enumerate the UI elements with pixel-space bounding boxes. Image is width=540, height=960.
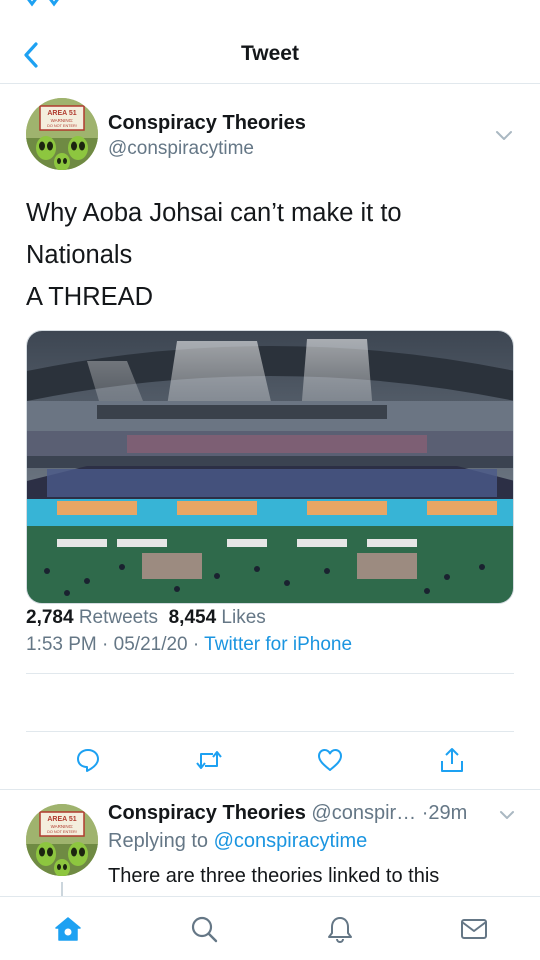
reply-age: 29m [428, 802, 468, 824]
reply-author-handle[interactable]: @conspir… [311, 802, 416, 824]
tab-search[interactable] [184, 909, 224, 949]
page-title: Tweet [241, 42, 299, 65]
arena-illustration [27, 331, 513, 603]
replying-to-handle[interactable]: @conspiracytime [214, 830, 368, 852]
likes-label: Likes [221, 607, 266, 628]
chevron-down-icon [500, 811, 514, 819]
avatar-sign-text: AREA 51 [47, 816, 76, 823]
retweet-button[interactable] [187, 738, 231, 782]
divider [26, 673, 514, 674]
like-icon [318, 749, 342, 771]
tweet-text-line: A THREAD [26, 283, 154, 311]
retweets-label: Retweets [78, 607, 159, 628]
signal-chevrons-icon [27, 0, 59, 7]
author-handle[interactable]: @conspiracytime [108, 138, 254, 160]
like-button[interactable] [308, 738, 352, 782]
tweet-actions [0, 738, 540, 784]
messages-icon [461, 919, 487, 939]
tab-notifications[interactable] [320, 909, 360, 949]
bottom-tab-bar [0, 896, 540, 960]
replying-to: Replying to @conspiracytime [108, 830, 367, 853]
reply-options-button[interactable] [496, 804, 518, 826]
reply-avatar[interactable]: AREA 51 WARNING: DO NOT ENTER! [26, 804, 98, 876]
tweet-media-image[interactable] [26, 330, 514, 604]
chevron-down-icon [496, 131, 512, 140]
retweets-count: 2,784 [26, 607, 74, 628]
meta-separator: · [192, 634, 200, 655]
tab-home[interactable] [48, 909, 88, 949]
tweet-timestamp: 1:53 PM · 05/21/20 · Twitter for iPhone [26, 634, 352, 656]
retweet-icon [196, 751, 222, 769]
tweet-text: Why Aoba Johsai can’t make it to Nationa… [26, 192, 516, 318]
avatar-sign-warning: WARNING: [51, 824, 74, 829]
reply-author-name[interactable]: Conspiracy Theories [108, 802, 306, 824]
replying-to-label: Replying to [108, 830, 209, 852]
avatar-sign-text: AREA 51 [47, 110, 76, 117]
tweet-text-line: Nationals [26, 241, 133, 269]
retweets-stat[interactable]: 2,784 Retweets [26, 607, 158, 628]
divider [26, 731, 514, 732]
reply-button[interactable] [66, 738, 110, 782]
tweet-text-line: Why Aoba Johsai can’t make it to [26, 199, 402, 227]
tweet-time: 1:53 PM [26, 634, 97, 655]
reply-header: Conspiracy Theories @conspir… ·29m [108, 802, 467, 825]
avatar[interactable]: AREA 51 WARNING: DO NOT ENTER! [26, 98, 98, 170]
alien-avatar-icon: AREA 51 WARNING: DO NOT ENTER! [26, 98, 98, 170]
reply-icon [77, 749, 99, 772]
author-name[interactable]: Conspiracy Theories [108, 112, 306, 135]
status-bar [0, 0, 540, 14]
home-icon [55, 917, 81, 941]
share-button[interactable] [430, 738, 474, 782]
avatar-sign-warning: WARNING: [51, 118, 74, 123]
tweet-source-link[interactable]: Twitter for iPhone [204, 634, 352, 655]
top-nav-bar: Tweet [0, 24, 540, 84]
avatar-sign-subtext: DO NOT ENTER! [47, 830, 77, 834]
likes-count: 8,454 [168, 607, 217, 628]
likes-stat[interactable]: 8,454 Likes [169, 607, 266, 628]
tweet-options-button[interactable] [492, 124, 516, 148]
notifications-icon [328, 917, 352, 944]
alien-avatar-icon: AREA 51 WARNING: DO NOT ENTER! [26, 804, 98, 876]
thread-connector [61, 882, 63, 896]
meta-separator: · [102, 634, 109, 655]
avatar-sign-subtext: DO NOT ENTER! [47, 124, 77, 128]
tweet-date: 05/21/20 [113, 634, 188, 655]
tab-messages[interactable] [454, 909, 494, 949]
tweet-stats: 2,784 Retweets 8,454 Likes [26, 607, 266, 629]
share-icon [441, 748, 463, 772]
reply-tweet[interactable]: AREA 51 WARNING: DO NOT ENTER! Conspirac… [0, 790, 540, 896]
reply-text: There are three theories linked to this [108, 865, 440, 887]
search-icon [191, 916, 218, 943]
